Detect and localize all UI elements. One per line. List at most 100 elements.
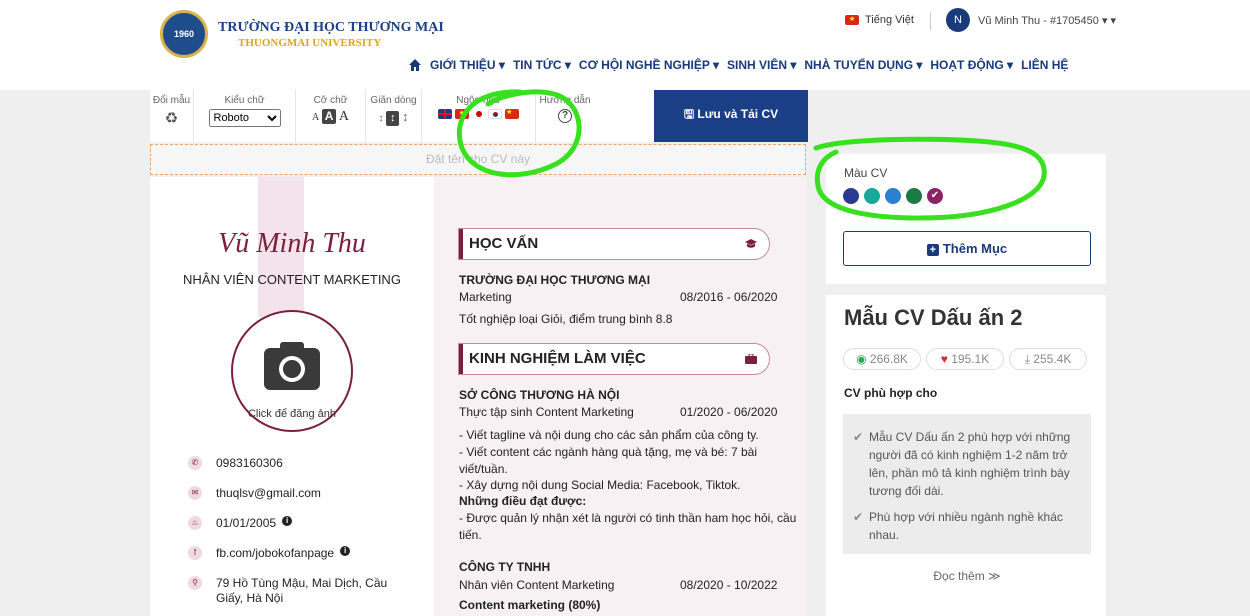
contact-birthday[interactable]: ♨ 01/01/2005 i [160, 516, 293, 530]
nav-sinh-vien[interactable]: SINH VIÊN ▾ [727, 58, 796, 72]
uk-flag-icon[interactable] [437, 109, 452, 119]
china-flag-icon[interactable]: ★ [505, 109, 520, 119]
exp1-line-2[interactable]: - Viết content các ngành hàng quà tặng, … [459, 445, 757, 459]
check-icon: ✔ [853, 430, 864, 444]
save-download-button[interactable]: 🖫 Lưu và Tải CV [654, 90, 808, 142]
nav-lien-he[interactable]: LIÊN HỆ [1021, 58, 1068, 72]
exp1-date[interactable]: 01/2020 - 06/2020 [680, 405, 777, 419]
cv-job-title[interactable]: NHÂN VIÊN CONTENT MARKETING [150, 272, 434, 287]
vietnam-flag-icon[interactable]: ★ [454, 109, 469, 119]
phone-text: 0983160306 [216, 456, 283, 470]
exp1-line-3[interactable]: viết/tuần. [459, 462, 508, 476]
edu-school[interactable]: TRƯỜNG ĐẠI HỌC THƯƠNG MẠI [459, 273, 650, 287]
main-nav: GIỚI THIỆU ▾ TIN TỨC ▾ CƠ HỘI NGHỀ NGHIỆ… [408, 58, 1068, 72]
color-swatch-blue[interactable] [885, 188, 901, 204]
facebook-icon: f [188, 546, 202, 560]
spacing-medium-icon[interactable]: ↕ [386, 111, 400, 126]
nav-hoat-dong[interactable]: HOẠT ĐỘNG ▾ [930, 58, 1013, 72]
korea-flag-icon[interactable] [488, 109, 503, 119]
nav-nha-tuyen-dung[interactable]: NHÀ TUYỂN DỤNG ▾ [804, 58, 922, 72]
font-size-large-icon[interactable]: A [339, 109, 349, 124]
suitable-for-label: CV phù hợp cho [844, 386, 938, 400]
suitable-item: ✔ Phù hợp với nhiều ngành nghề khác nhau. [853, 508, 1081, 544]
address-text: 79 Hồ Tùng Mậu, Mai Dịch, Cầu Giấy, Hà N… [216, 576, 388, 605]
cake-icon: ♨ [188, 516, 202, 530]
home-icon[interactable] [408, 58, 422, 72]
edu-description[interactable]: Tốt nghiệp loại Giỏi, điểm trung bình 8.… [459, 312, 672, 326]
tool-font: Kiểu chữ Roboto [194, 90, 296, 142]
contact-email[interactable]: ✉ thuqlsv@gmail.com [160, 486, 321, 500]
tool-line-spacing: Giãn dòng ↕ ↕ ↕ [366, 90, 422, 142]
experience-heading[interactable]: KINH NGHIỆM LÀM VIỆC [458, 343, 770, 375]
email-icon: ✉ [188, 486, 202, 500]
exp1-achievements-heading[interactable]: Những điều đạt được: [459, 494, 586, 508]
info-icon[interactable]: i [282, 516, 293, 526]
suitable-item: ✔ Mẫu CV Dấu ấn 2 phù hợp với những người… [853, 428, 1081, 500]
downloads-value: 255.4K [1033, 352, 1072, 366]
logo-text: 1960 [173, 29, 195, 39]
edu-date[interactable]: 08/2016 - 06/2020 [680, 290, 777, 304]
suitable-item-text: Phù hợp với nhiều ngành nghề khác nhau. [869, 510, 1063, 542]
briefcase-icon [745, 354, 757, 364]
contact-address[interactable]: ⚲ 79 Hồ Tùng Mậu, Mai Dịch, Cầu Giấy, Hà … [160, 576, 430, 606]
tool-label: Ngôn ngữ [456, 95, 501, 106]
education-heading[interactable]: HỌC VẤN [458, 228, 770, 260]
cv-name-input[interactable]: Đặt tên cho CV này [150, 144, 806, 175]
language-label: Tiếng Việt [865, 14, 914, 26]
add-section-button[interactable]: + Thêm Mục [843, 231, 1091, 266]
color-swatch-selected[interactable]: ✔ [927, 188, 943, 204]
tool-label: Cỡ chữ [313, 95, 348, 106]
contact-facebook[interactable]: f fb.com/jobokofanpage i [160, 546, 351, 560]
font-size-small-icon[interactable]: A [312, 112, 319, 123]
suitable-item-text: Mẫu CV Dấu ấn 2 phù hợp với những người … [869, 430, 1071, 498]
camera-icon [264, 342, 320, 390]
tool-font-size: Cỡ chữ A A A [296, 90, 366, 142]
edu-major[interactable]: Marketing [459, 290, 512, 304]
photo-upload[interactable]: Click để đăng ảnh [231, 310, 353, 432]
spacing-small-icon[interactable]: ↕ [378, 113, 383, 124]
exp1-achievement-2[interactable]: tiến. [459, 528, 482, 542]
exp2-role[interactable]: Nhân viên Content Marketing [459, 578, 614, 592]
tool-guide[interactable]: Hướng dẫn ? [536, 90, 594, 142]
font-select[interactable]: Roboto [208, 109, 281, 127]
exp1-role[interactable]: Thực tập sinh Content Marketing [459, 405, 634, 419]
suitable-for-box: ✔ Mẫu CV Dấu ấn 2 phù hợp với những người… [843, 414, 1091, 554]
exp1-achievement-1[interactable]: - Được quản lý nhận xét là người có tinh… [459, 511, 796, 525]
check-icon: ✔ [930, 190, 940, 201]
cv-full-name[interactable]: Vũ Minh Thu [150, 228, 434, 260]
exp2-date[interactable]: 08/2020 - 10/2022 [680, 578, 777, 592]
university-name-en: THUONGMAI UNIVERSITY [238, 37, 382, 49]
user-menu[interactable]: Vũ Minh Thu - #1705450 ▾ ▾ [978, 14, 1116, 27]
contact-phone[interactable]: ✆ 0983160306 [160, 456, 283, 470]
color-swatch-navy[interactable] [843, 188, 859, 204]
info-icon[interactable]: i [340, 546, 351, 556]
color-swatch-green[interactable] [906, 188, 922, 204]
nav-gioi-thieu[interactable]: GIỚI THIỆU ▾ [430, 58, 505, 72]
exp1-company[interactable]: SỞ CÔNG THƯƠNG HÀ NỘI [459, 388, 619, 402]
eye-icon: ◉ [856, 352, 867, 366]
spacing-large-icon[interactable]: ↕ [402, 109, 409, 124]
exp2-company[interactable]: CÔNG TY TNHH [459, 560, 550, 574]
read-more-link[interactable]: Đọc thêm ≫ [843, 569, 1091, 583]
exp1-line-4[interactable]: - Xây dựng nội dung Social Media: Facebo… [459, 478, 741, 492]
exp2-skill[interactable]: Content marketing (80%) [459, 598, 600, 612]
color-swatch-teal[interactable] [864, 188, 880, 204]
font-size-medium-icon[interactable]: A [322, 109, 337, 124]
likes-count[interactable]: ♥ 195.1K [926, 348, 1004, 370]
japan-flag-icon[interactable] [471, 109, 486, 119]
university-name-vn[interactable]: TRƯỜNG ĐẠI HỌC THƯƠNG MẠI [218, 20, 444, 36]
template-title: Mẫu CV Dấu ấn 2 [844, 305, 1023, 330]
language-switch[interactable]: ★ Tiếng Việt [845, 14, 914, 26]
education-heading-text: HỌC VẤN [469, 235, 539, 252]
help-icon: ? [558, 109, 572, 123]
phone-icon: ✆ [188, 456, 202, 470]
vietnam-flag-icon: ★ [845, 15, 859, 25]
tool-change-template[interactable]: Đổi mẫu ♻ [150, 90, 194, 142]
recycle-icon: ♻ [164, 110, 179, 127]
nav-tin-tuc[interactable]: TIN TỨC ▾ [513, 58, 571, 72]
exp1-line-1[interactable]: - Viết tagline và nội dung cho các sản p… [459, 428, 759, 442]
user-avatar[interactable]: N [946, 8, 970, 32]
university-logo[interactable]: 1960 [160, 10, 208, 58]
tool-language: Ngôn ngữ ★ ★ [422, 90, 536, 142]
nav-co-hoi-nghe-nghiep[interactable]: CƠ HỘI NGHỀ NGHIỆP ▾ [579, 58, 719, 72]
